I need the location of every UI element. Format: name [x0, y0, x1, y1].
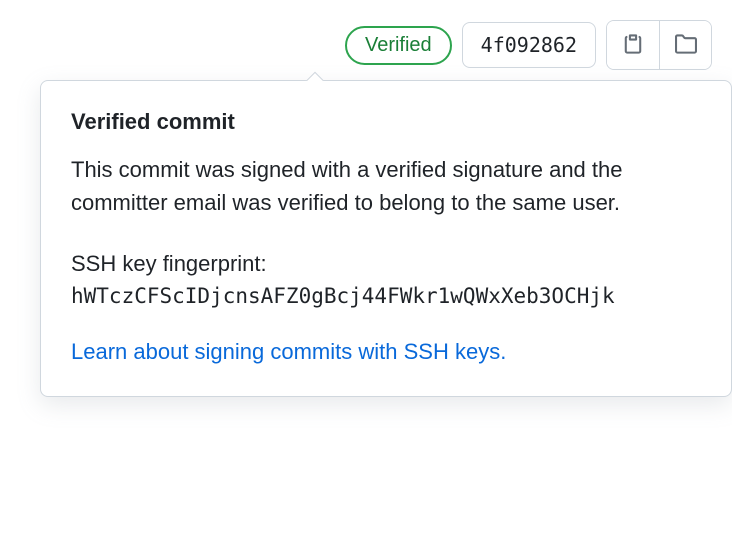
commit-hash-button[interactable]: 4f092862 — [462, 22, 596, 68]
verified-label: Verified — [365, 34, 432, 57]
fingerprint-label: SSH key fingerprint: — [71, 251, 701, 277]
folder-icon — [675, 33, 697, 58]
learn-link[interactable]: Learn about signing commits with SSH key… — [71, 335, 701, 368]
verified-badge[interactable]: Verified — [345, 26, 452, 65]
popup-description: This commit was signed with a verified s… — [71, 153, 701, 219]
commit-toolbar: Verified 4f092862 — [20, 20, 712, 70]
verified-popup: Verified commit This commit was signed w… — [40, 80, 732, 397]
commit-hash-text: 4f092862 — [481, 33, 577, 57]
copy-button[interactable] — [607, 21, 659, 69]
browse-button[interactable] — [659, 21, 711, 69]
fingerprint-value: hWTczCFScIDjcnsAFZ0gBcj44FWkr1wQWxXeb3OC… — [71, 281, 701, 313]
copy-icon — [622, 33, 644, 58]
popup-title: Verified commit — [71, 109, 701, 135]
icon-button-group — [606, 20, 712, 70]
popup-arrow — [304, 71, 324, 81]
